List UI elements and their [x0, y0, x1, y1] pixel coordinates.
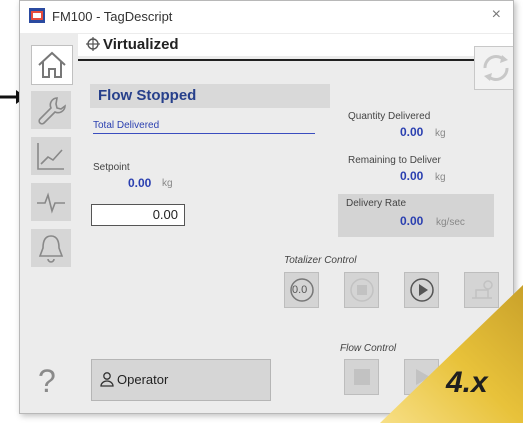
- setpoint-value: 0.00: [128, 176, 152, 190]
- operator-button[interactable]: Operator: [91, 359, 271, 401]
- status-text: Flow Stopped: [98, 87, 197, 104]
- status-banner: Flow Stopped: [90, 84, 330, 108]
- delivery-rate-box: Delivery Rate 0.00 kg/sec: [338, 194, 494, 237]
- trend-button[interactable]: [31, 137, 71, 175]
- stop-icon: [350, 278, 374, 302]
- trend-icon: [37, 143, 64, 170]
- setpoint-unit: kg: [162, 178, 173, 189]
- quantity-delivered-value: 0.00: [400, 125, 424, 139]
- totalizer-stop-button[interactable]: [344, 272, 379, 308]
- version-label: 4.x: [446, 366, 488, 399]
- total-delivered-link[interactable]: Total Delivered: [93, 120, 159, 131]
- delivery-rate-unit: kg/sec: [436, 217, 465, 228]
- setpoint-input-value: 0.00: [152, 207, 178, 222]
- window-title: FM100 - TagDescript: [52, 9, 173, 24]
- diagnostics-button[interactable]: [31, 183, 71, 221]
- delivery-rate-label: Delivery Rate: [346, 198, 407, 209]
- maintenance-button[interactable]: [31, 91, 71, 129]
- mode-label: Virtualized: [103, 36, 179, 53]
- sync-icon: [483, 55, 509, 81]
- title-bar: FM100 - TagDescript ×: [20, 1, 513, 33]
- pulse-icon: [37, 192, 65, 214]
- home-icon: [38, 51, 66, 78]
- flow-stop-button[interactable]: [344, 359, 379, 395]
- close-button[interactable]: ×: [492, 6, 501, 24]
- help-button[interactable]: ?: [38, 363, 56, 400]
- wrench-icon: [38, 97, 66, 125]
- mode-header: Virtualized: [78, 34, 513, 56]
- left-nav: ?: [20, 33, 78, 413]
- total-delivered-underline: [93, 133, 315, 134]
- totalizer-reset-button[interactable]: 0.0: [284, 272, 319, 308]
- totalizer-control-label: Totalizer Control: [284, 255, 357, 266]
- virtualized-icon: [86, 37, 100, 51]
- version-badge: [380, 285, 523, 423]
- header-divider: [78, 59, 498, 61]
- user-icon: [100, 372, 114, 387]
- setpoint-label: Setpoint: [93, 162, 130, 173]
- quantity-delivered-label: Quantity Delivered: [348, 111, 431, 122]
- quantity-delivered-unit: kg: [435, 128, 446, 139]
- setpoint-input[interactable]: 0.00: [91, 204, 185, 226]
- app-icon: [29, 8, 45, 23]
- bell-icon: [38, 235, 64, 263]
- flow-stop-icon: [354, 369, 370, 385]
- remaining-value: 0.00: [400, 169, 424, 183]
- operator-label: Operator: [117, 372, 169, 387]
- remaining-label: Remaining to Deliver: [348, 155, 441, 166]
- alarms-button[interactable]: [31, 229, 71, 267]
- delivery-rate-value: 0.00: [400, 214, 424, 228]
- remaining-unit: kg: [435, 172, 446, 183]
- sync-button[interactable]: [474, 46, 513, 90]
- home-button[interactable]: [31, 45, 73, 85]
- reset-label: 0.0: [292, 284, 308, 296]
